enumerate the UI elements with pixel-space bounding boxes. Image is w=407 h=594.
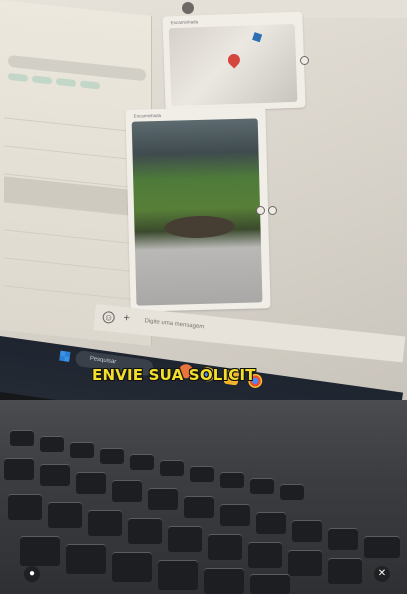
contact-avatar[interactable]	[182, 2, 194, 14]
keyboard-key	[364, 536, 400, 558]
keyboard-key	[76, 472, 106, 494]
keyboard-key	[100, 448, 124, 464]
keyboard-deck	[0, 400, 407, 594]
filter-chip[interactable]	[32, 75, 52, 85]
keyboard-key	[190, 466, 214, 482]
image-message[interactable]: Encaminhada	[125, 106, 271, 312]
keyboard-key	[204, 568, 244, 594]
keyboard-key	[4, 458, 34, 480]
blue-marker-icon	[252, 32, 263, 43]
keyboard-key	[328, 528, 358, 550]
image-message[interactable]: Encaminhada	[162, 11, 306, 113]
keyboard-key	[250, 478, 274, 494]
keyboard-key	[148, 488, 178, 510]
keyboard-key	[112, 552, 152, 582]
forward-icon[interactable]	[300, 56, 309, 65]
dirt-pile	[164, 215, 235, 239]
keyboard-key	[160, 460, 184, 476]
keyboard-key	[128, 518, 162, 544]
user-icon[interactable]: ●	[24, 566, 40, 582]
map-pin-icon	[225, 51, 243, 69]
keyboard-key	[220, 472, 244, 488]
keyboard-key	[328, 558, 362, 584]
attach-plus-icon[interactable]: +	[120, 312, 133, 326]
filter-chip[interactable]	[8, 72, 28, 82]
keyboard-key	[20, 536, 60, 566]
keyboard-key	[208, 534, 242, 560]
keyboard-key	[48, 502, 82, 528]
filter-chip[interactable]	[80, 80, 100, 90]
emoji-icon[interactable]: ☺	[102, 310, 116, 324]
keyboard-key	[130, 454, 154, 470]
keyboard-key	[288, 550, 322, 576]
keyboard-key	[8, 494, 42, 520]
keyboard-key	[292, 520, 322, 542]
keyboard-key	[184, 496, 214, 518]
filter-chips	[8, 72, 100, 90]
keyboard-key	[280, 484, 304, 500]
keyboard-key	[112, 480, 142, 502]
forward-icon[interactable]	[256, 206, 265, 215]
keyboard-key	[88, 510, 122, 536]
keyboard-key	[66, 544, 106, 574]
taskbar-search-label: Pesquisar	[89, 355, 117, 366]
keyboard-key	[256, 512, 286, 534]
keyboard-key	[220, 504, 250, 526]
message-input-placeholder[interactable]: Digite uma mensagem	[144, 318, 204, 330]
keyboard-key	[248, 542, 282, 568]
laptop-photo: Encaminhada Encaminhada ☺ + Digite uma m…	[0, 0, 407, 594]
message-image[interactable]	[131, 118, 263, 306]
keyboard-key	[40, 436, 64, 452]
keyboard-key	[158, 560, 198, 590]
windows-start-icon[interactable]	[59, 350, 71, 362]
share-icon[interactable]	[268, 206, 277, 215]
forwarded-label: Encaminhada	[170, 19, 199, 26]
keyboard-key	[70, 442, 94, 458]
message-image[interactable]	[168, 23, 298, 107]
forwarded-label: Encaminhada	[133, 112, 162, 119]
muted-speaker-icon[interactable]: ✕	[374, 566, 390, 582]
filter-chip[interactable]	[56, 77, 76, 87]
keyboard-key	[250, 574, 290, 594]
keyboard-key	[10, 430, 34, 446]
keyboard-key	[168, 526, 202, 552]
keyboard-key	[40, 464, 70, 486]
video-caption: ENVIE SUA SOLICIT	[92, 366, 256, 384]
